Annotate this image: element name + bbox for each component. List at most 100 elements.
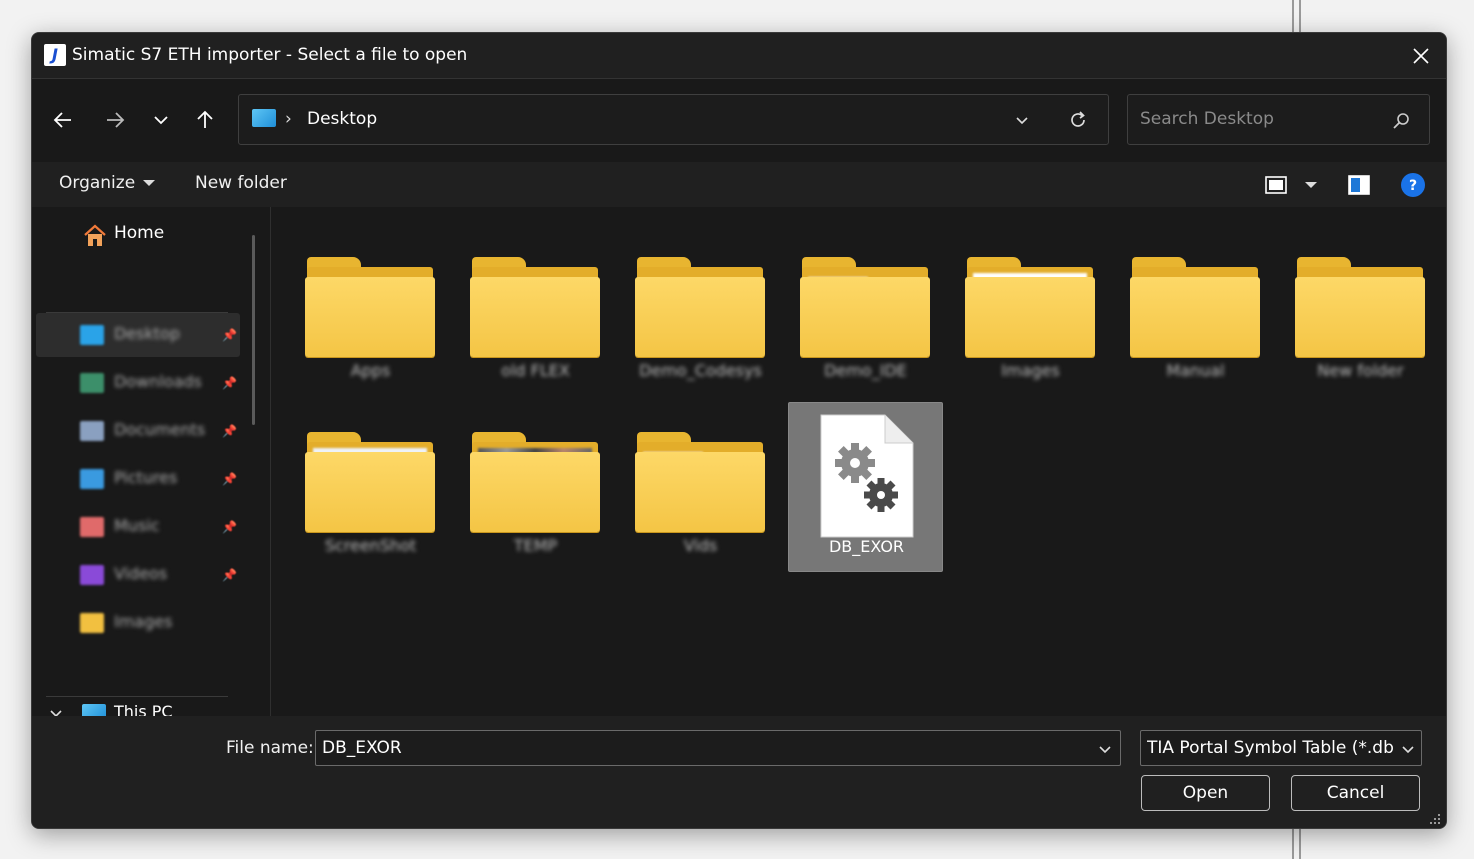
back-button[interactable] xyxy=(45,102,81,138)
pin-icon: 📌 xyxy=(222,472,237,486)
item-name: Manual xyxy=(1166,361,1225,380)
item-name: old FLEX xyxy=(501,361,570,380)
folder-item[interactable]: Images xyxy=(953,227,1108,397)
sidebar-item-label: Pictures xyxy=(114,468,178,487)
folder-icon xyxy=(470,257,600,361)
sidebar-item-documents[interactable]: Documents 📌 xyxy=(36,409,240,453)
open-button[interactable]: Open xyxy=(1141,775,1270,811)
chevron-down-icon xyxy=(1099,746,1111,754)
help-button[interactable]: ? xyxy=(1398,170,1428,200)
folder-icon xyxy=(305,257,435,361)
caret-down-icon xyxy=(1305,182,1317,188)
folder-item[interactable]: Demo_Codesys xyxy=(623,227,778,397)
breadcrumb-desktop[interactable]: Desktop xyxy=(307,109,377,129)
music-icon xyxy=(80,517,104,537)
folder-icon xyxy=(80,613,104,633)
recent-locations-button[interactable] xyxy=(143,102,179,138)
preview-pane-button[interactable] xyxy=(1344,170,1374,200)
resize-grip-icon[interactable] xyxy=(1428,812,1442,826)
sidebar-item-desktop[interactable]: Desktop 📌 xyxy=(36,313,240,357)
folder-item[interactable]: New folder xyxy=(1283,227,1438,397)
pin-icon: 📌 xyxy=(222,424,237,438)
document-icon xyxy=(80,421,104,441)
forward-button[interactable] xyxy=(97,102,133,138)
sidebar-item-downloads[interactable]: Downloads 📌 xyxy=(36,361,240,405)
folder-item[interactable]: Manual xyxy=(1118,227,1273,397)
arrow-left-icon xyxy=(53,112,71,128)
sidebar-item-label: Images xyxy=(114,612,173,631)
item-name: Vids xyxy=(683,536,718,555)
view-icon xyxy=(1265,176,1287,194)
sidebar-item-label: Home xyxy=(114,223,165,243)
navigation-bar: › Desktop xyxy=(32,80,1446,162)
item-name: New folder xyxy=(1317,361,1404,380)
breadcrumb-separator: › xyxy=(285,109,292,129)
sidebar-item-label: Desktop xyxy=(114,324,180,343)
file-name-combobox[interactable] xyxy=(315,730,1121,766)
gear-file-icon xyxy=(820,414,914,538)
sidebar-item-pictures[interactable]: Pictures 📌 xyxy=(36,457,240,501)
change-view-button[interactable] xyxy=(1261,170,1291,200)
video-icon xyxy=(80,565,104,585)
chevron-down-icon xyxy=(154,116,168,125)
folder-icon xyxy=(635,257,765,361)
new-folder-button[interactable]: New folder xyxy=(195,173,287,193)
chevron-down-icon xyxy=(50,710,62,716)
caret-down-icon xyxy=(143,180,156,186)
close-icon xyxy=(1413,48,1429,64)
address-bar[interactable]: › Desktop xyxy=(238,94,1109,145)
folder-icon xyxy=(1130,257,1260,361)
sidebar-scrollbar[interactable] xyxy=(252,235,255,425)
download-icon xyxy=(80,373,104,393)
folder-item[interactable]: Apps xyxy=(293,227,448,397)
folder-item[interactable]: old FLEX xyxy=(458,227,613,397)
folder-icon xyxy=(800,257,930,361)
item-name: ScreenShot xyxy=(324,536,417,555)
item-name: Demo_Codesys xyxy=(639,361,762,380)
search-icon[interactable] xyxy=(1390,110,1412,132)
sidebar-item-videos[interactable]: Videos 📌 xyxy=(36,553,240,597)
refresh-icon xyxy=(1071,111,1085,127)
search-box[interactable] xyxy=(1127,94,1430,145)
organize-button[interactable]: Organize xyxy=(59,173,156,193)
file-name-input[interactable] xyxy=(322,738,1062,758)
folder-item[interactable]: TEMP xyxy=(458,402,613,572)
folder-icon xyxy=(305,432,435,536)
sidebar-item-label: Videos xyxy=(114,564,168,583)
file-name-dropdown-button[interactable] xyxy=(1094,738,1116,760)
sidebar-item-this-pc[interactable]: This PC xyxy=(32,700,270,716)
cancel-button[interactable]: Cancel xyxy=(1291,775,1420,811)
pin-icon: 📌 xyxy=(222,520,237,534)
item-name: TEMP xyxy=(513,536,558,555)
search-input[interactable] xyxy=(1140,109,1380,129)
folder-item[interactable]: Demo_IDE xyxy=(788,227,943,397)
up-button[interactable] xyxy=(187,102,223,138)
title-bar[interactable]: J Simatic S7 ETH importer - Select a fil… xyxy=(32,33,1446,79)
file-item[interactable]: DB_EXOR xyxy=(788,402,943,572)
sidebar-item-music[interactable]: Music 📌 xyxy=(36,505,240,549)
file-type-dropdown[interactable] xyxy=(1397,738,1419,760)
sidebar-item-images[interactable]: Images xyxy=(36,601,240,645)
close-button[interactable] xyxy=(1404,41,1438,71)
command-toolbar: Organize New folder ? xyxy=(32,162,1446,207)
pin-icon: 📌 xyxy=(222,568,237,582)
folder-icon xyxy=(965,257,1095,361)
view-options-button[interactable] xyxy=(1296,170,1326,200)
desktop-icon xyxy=(80,325,104,345)
arrow-up-icon xyxy=(197,110,213,128)
item-name: Apps xyxy=(350,361,391,380)
file-type-value: TIA Portal Symbol Table (*.db *. xyxy=(1147,738,1395,758)
refresh-button[interactable] xyxy=(1065,107,1091,133)
file-name-label: File name: xyxy=(226,738,314,758)
dialog-footer: File name: TIA Portal Symbol Table (*.db… xyxy=(32,716,1446,828)
folder-item[interactable]: ScreenShot xyxy=(293,402,448,572)
folder-icon xyxy=(470,432,600,536)
file-type-select[interactable]: TIA Portal Symbol Table (*.db *. xyxy=(1140,730,1422,766)
window-title: Simatic S7 ETH importer - Select a file … xyxy=(72,45,468,65)
folder-item[interactable]: Vids xyxy=(623,402,778,572)
address-dropdown-button[interactable] xyxy=(1009,107,1035,133)
item-name: Images xyxy=(1001,361,1060,380)
svg-text:?: ? xyxy=(1409,178,1417,194)
file-open-dialog: J Simatic S7 ETH importer - Select a fil… xyxy=(31,32,1447,829)
sidebar-divider xyxy=(46,696,228,697)
